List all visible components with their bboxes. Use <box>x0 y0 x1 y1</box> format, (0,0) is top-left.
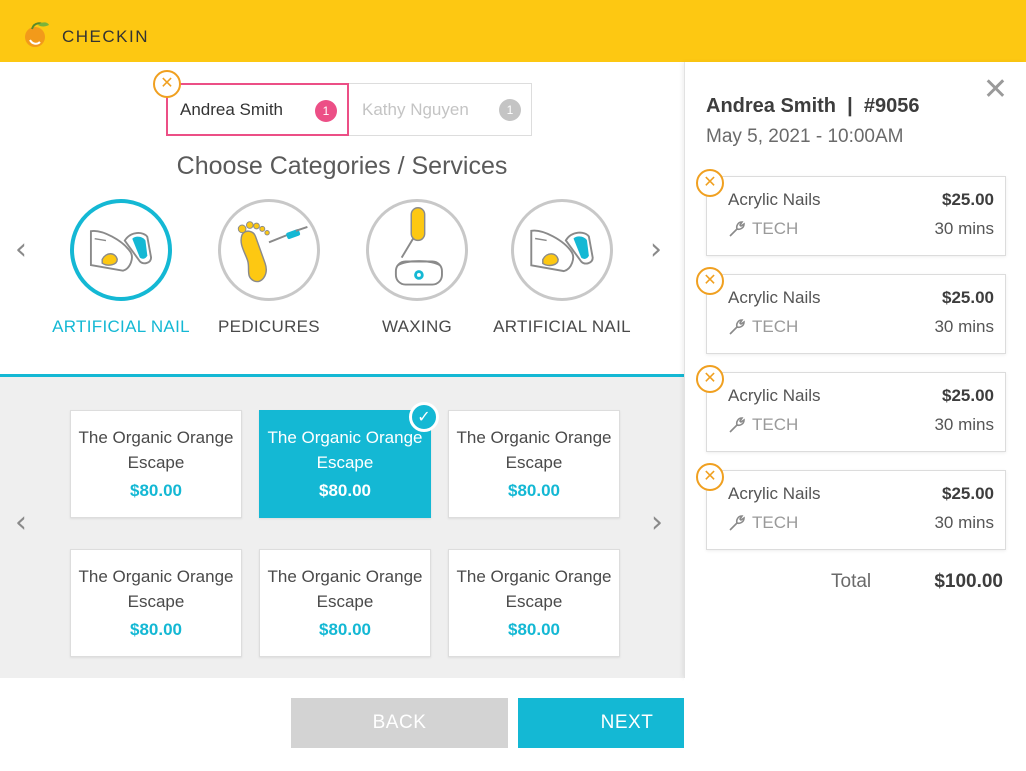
service-price: $80.00 <box>130 620 182 639</box>
remove-item-icon[interactable]: ✕ <box>696 463 724 491</box>
checkmark-icon: ✓ <box>409 402 439 432</box>
service-name: The Organic Orange Escape <box>267 428 423 472</box>
section-title: Choose Categories / Services <box>176 152 508 180</box>
summary-customer-title: Andrea Smith | #9056 <box>706 95 920 117</box>
remove-item-icon[interactable]: ✕ <box>696 169 724 197</box>
service-name: The Organic Orange Escape <box>267 567 423 611</box>
summary-item: Acrylic Nails $25.00 TECH 30 mins <box>706 372 1006 452</box>
top-bar: CHECKIN <box>0 0 1026 62</box>
service-card[interactable]: The Organic Orange Escape $80.00 <box>448 549 620 657</box>
summary-item-name: Acrylic Nails <box>728 190 821 209</box>
service-name: The Organic Orange Escape <box>456 567 612 611</box>
summary-datetime: May 5, 2021 - 10:00AM <box>706 126 904 147</box>
service-card[interactable]: The Organic Orange Escape $80.00 <box>448 410 620 518</box>
total-label: Total <box>831 571 872 592</box>
service-card[interactable]: The Organic Orange Escape $80.00 <box>70 410 242 518</box>
footer-area <box>684 678 1026 771</box>
close-icon[interactable]: ✕ <box>983 72 1008 107</box>
back-button[interactable]: BACK <box>291 698 508 748</box>
tech-label: TECH <box>752 415 799 434</box>
category-next-arrow-icon[interactable]: › <box>650 232 662 267</box>
customer-tab-name: Kathy Nguyen <box>362 99 469 119</box>
summary-item-tech[interactable]: TECH <box>728 219 798 239</box>
summary-item: Acrylic Nails $25.00 TECH 30 mins <box>706 176 1006 256</box>
orange-logo-icon <box>25 22 49 47</box>
category-pedicures[interactable]: PEDICURES <box>194 199 344 338</box>
artificial-nail-icon <box>511 199 613 301</box>
summary-item-price: $25.00 <box>942 386 994 405</box>
category-label: PEDICURES <box>218 317 320 336</box>
wrench-icon <box>729 319 745 335</box>
wrench-icon <box>729 221 745 237</box>
category-label: WAXING <box>381 317 453 336</box>
service-card-selected[interactable]: The Organic Orange Escape $80.00 ✓ <box>259 402 439 518</box>
waxing-icon <box>366 199 468 301</box>
category-waxing[interactable]: WAXING <box>342 199 492 338</box>
summary-item-name: Acrylic Nails <box>728 288 821 307</box>
category-artificial-nail[interactable]: ARTIFICIAL NAIL <box>46 199 196 338</box>
category-label: ARTIFICIAL NAIL <box>493 317 631 336</box>
total-value: $100.00 <box>934 571 1003 592</box>
summary-item-price: $25.00 <box>942 484 994 503</box>
service-price: $80.00 <box>319 481 371 500</box>
summary-item-duration: 30 mins <box>934 219 994 238</box>
remove-item-icon[interactable]: ✕ <box>696 365 724 393</box>
remove-item-icon[interactable]: ✕ <box>696 267 724 295</box>
wrench-icon <box>729 417 745 433</box>
service-card[interactable]: The Organic Orange Escape $80.00 <box>70 549 242 657</box>
services-next-arrow-icon[interactable]: › <box>651 505 663 540</box>
service-price: $80.00 <box>319 620 371 639</box>
service-price: $80.00 <box>508 481 560 500</box>
summary-item-tech[interactable]: TECH <box>728 513 798 533</box>
order-summary-panel: ✕ Andrea Smith | #9056 May 5, 2021 - 10:… <box>684 62 1026 678</box>
summary-item-name: Acrylic Nails <box>728 484 821 503</box>
category-label: ARTIFICIAL NAIL <box>52 317 190 336</box>
service-price: $80.00 <box>130 481 182 500</box>
services-grid: ‹ › The Organic Orange Escape $80.00 The… <box>0 377 684 678</box>
services-prev-arrow-icon[interactable]: ‹ <box>15 505 27 540</box>
summary-item-duration: 30 mins <box>934 317 994 336</box>
tech-label: TECH <box>752 317 799 336</box>
summary-item-name: Acrylic Nails <box>728 386 821 405</box>
customer-tab-count-badge: 1 <box>499 99 521 121</box>
tech-label: TECH <box>752 513 799 532</box>
tech-label: TECH <box>752 219 799 238</box>
customer-tab-name: Andrea Smith <box>180 99 283 119</box>
remove-customer-icon[interactable]: ✕ <box>153 70 181 98</box>
service-selection-panel: Andrea Smith 1 ✕ Kathy Nguyen 1 Choose C… <box>0 62 736 771</box>
category-artificial-nail-2[interactable]: ARTIFICIAL NAIL <box>487 199 637 338</box>
service-name: The Organic Orange Escape <box>78 428 234 472</box>
service-name: The Organic Orange Escape <box>456 428 612 472</box>
service-name: The Organic Orange Escape <box>78 567 234 611</box>
summary-item: Acrylic Nails $25.00 TECH 30 mins <box>706 274 1006 354</box>
summary-item-duration: 30 mins <box>934 513 994 532</box>
brand-name: CHECKIN <box>62 27 150 46</box>
service-card[interactable]: The Organic Orange Escape $80.00 <box>259 549 431 657</box>
category-prev-arrow-icon[interactable]: ‹ <box>15 232 27 267</box>
service-price: $80.00 <box>508 620 560 639</box>
customer-tab-andrea[interactable]: Andrea Smith 1 <box>166 83 349 136</box>
pedicure-foot-icon <box>218 199 320 301</box>
summary-item: Acrylic Nails $25.00 TECH 30 mins <box>706 470 1006 550</box>
wrench-icon <box>729 515 745 531</box>
summary-item-tech[interactable]: TECH <box>728 317 798 337</box>
customer-tab-count-badge: 1 <box>315 100 337 122</box>
summary-item-price: $25.00 <box>942 190 994 209</box>
customer-tab-kathy[interactable]: Kathy Nguyen 1 <box>347 83 532 136</box>
artificial-nail-icon <box>70 199 172 301</box>
summary-item-price: $25.00 <box>942 288 994 307</box>
summary-item-tech[interactable]: TECH <box>728 415 798 435</box>
summary-item-duration: 30 mins <box>934 415 994 434</box>
